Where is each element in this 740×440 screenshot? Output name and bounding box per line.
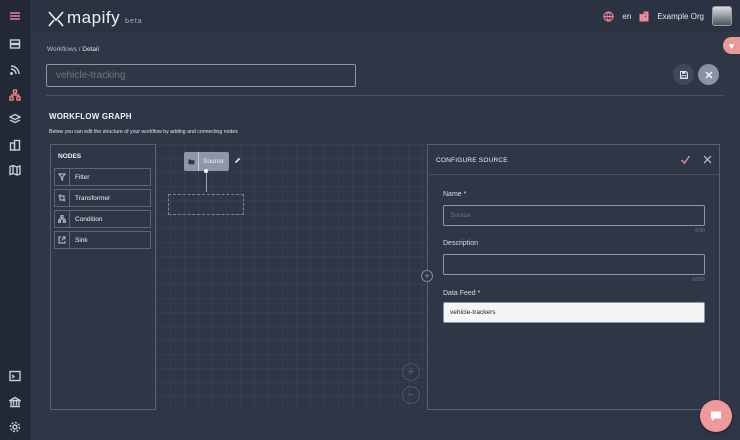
transform-icon [55, 190, 70, 206]
close-icon [704, 70, 713, 79]
description-counter: 0/255 [692, 277, 705, 283]
zoom-in-button[interactable]: + [402, 363, 420, 381]
node-label: Transformer [75, 194, 111, 202]
graph-canvas[interactable]: Source + − [156, 144, 428, 410]
settings-icon[interactable] [0, 415, 30, 439]
favorites-tab[interactable]: ♥ [723, 37, 740, 54]
menu-icon[interactable] [0, 4, 30, 28]
close-button[interactable] [698, 64, 719, 85]
organization-name[interactable]: Example Org [657, 12, 704, 21]
save-icon [679, 70, 688, 79]
app-logo[interactable]: mapify beta [48, 5, 143, 27]
data-feed-input[interactable] [443, 302, 705, 323]
node-label: Condition [75, 215, 103, 223]
feed-icon[interactable] [0, 58, 30, 82]
node-condition[interactable]: Condition [54, 210, 151, 228]
name-counter: 6/30 [695, 228, 705, 234]
configure-title: CONFIGURE SOURCE [436, 157, 508, 164]
app-badge: beta [125, 18, 143, 25]
close-icon[interactable] [703, 155, 712, 164]
graph-title: WORKFLOW GRAPH [49, 112, 132, 121]
layers-icon[interactable] [0, 107, 30, 131]
breadcrumb-separator: / [78, 46, 81, 53]
nodes-title: NODES [58, 153, 82, 160]
sidebar [0, 0, 30, 440]
condition-icon [55, 211, 70, 227]
organization-icon [639, 11, 649, 21]
sink-icon [55, 232, 70, 248]
node-sink[interactable]: Sink [54, 231, 151, 249]
globe-icon[interactable] [603, 10, 615, 22]
avatar[interactable] [712, 6, 732, 26]
breadcrumb: Workflows / Detail [47, 46, 99, 53]
zoom-out-button[interactable]: − [402, 386, 420, 404]
configure-panel: CONFIGURE SOURCE Name * 6/30 Description… [429, 145, 719, 409]
chat-icon [711, 411, 721, 421]
save-button[interactable] [673, 64, 694, 85]
node-transformer[interactable]: Transformer [54, 189, 151, 207]
map-icon[interactable] [0, 158, 30, 182]
chat-button[interactable] [700, 400, 732, 432]
description-input[interactable] [443, 254, 705, 275]
bank-icon[interactable] [0, 390, 30, 414]
description-label: Description [443, 240, 479, 247]
source-node-label: Source [203, 158, 224, 165]
filter-icon [55, 169, 70, 185]
node-drop-zone[interactable] [168, 194, 244, 215]
app-name: mapify [67, 8, 121, 27]
folder-icon [184, 152, 199, 171]
logo-mark-icon [48, 11, 64, 27]
configure-divider [429, 174, 719, 175]
language-selector[interactable]: en [622, 12, 631, 21]
node-label: Filter [75, 173, 90, 181]
data-feed-label: Data Feed * [443, 290, 481, 297]
workflow-icon[interactable] [0, 83, 30, 107]
topbar-actions: en Example Org [603, 5, 732, 27]
terminal-icon[interactable] [0, 364, 30, 388]
graph-description: Below you can edit the structure of your… [49, 129, 238, 135]
buildings-icon[interactable] [0, 133, 30, 157]
node-filter[interactable]: Filter [54, 168, 151, 186]
breadcrumb-parent[interactable]: Workflows [47, 46, 77, 53]
divider [46, 95, 724, 96]
name-label: Name * [443, 191, 467, 198]
check-icon[interactable] [680, 154, 691, 165]
node-label: Sink [75, 236, 88, 244]
edge-connector [205, 173, 207, 192]
workflow-name-input[interactable] [46, 64, 356, 87]
storage-icon[interactable] [0, 32, 30, 56]
pencil-icon[interactable] [234, 157, 241, 164]
breadcrumb-current: Detail [82, 46, 99, 53]
nodes-panel: NODES Filter Transformer Condition Sink [50, 144, 156, 410]
source-name-input[interactable] [443, 205, 705, 226]
heart-icon: ♥ [728, 40, 735, 51]
